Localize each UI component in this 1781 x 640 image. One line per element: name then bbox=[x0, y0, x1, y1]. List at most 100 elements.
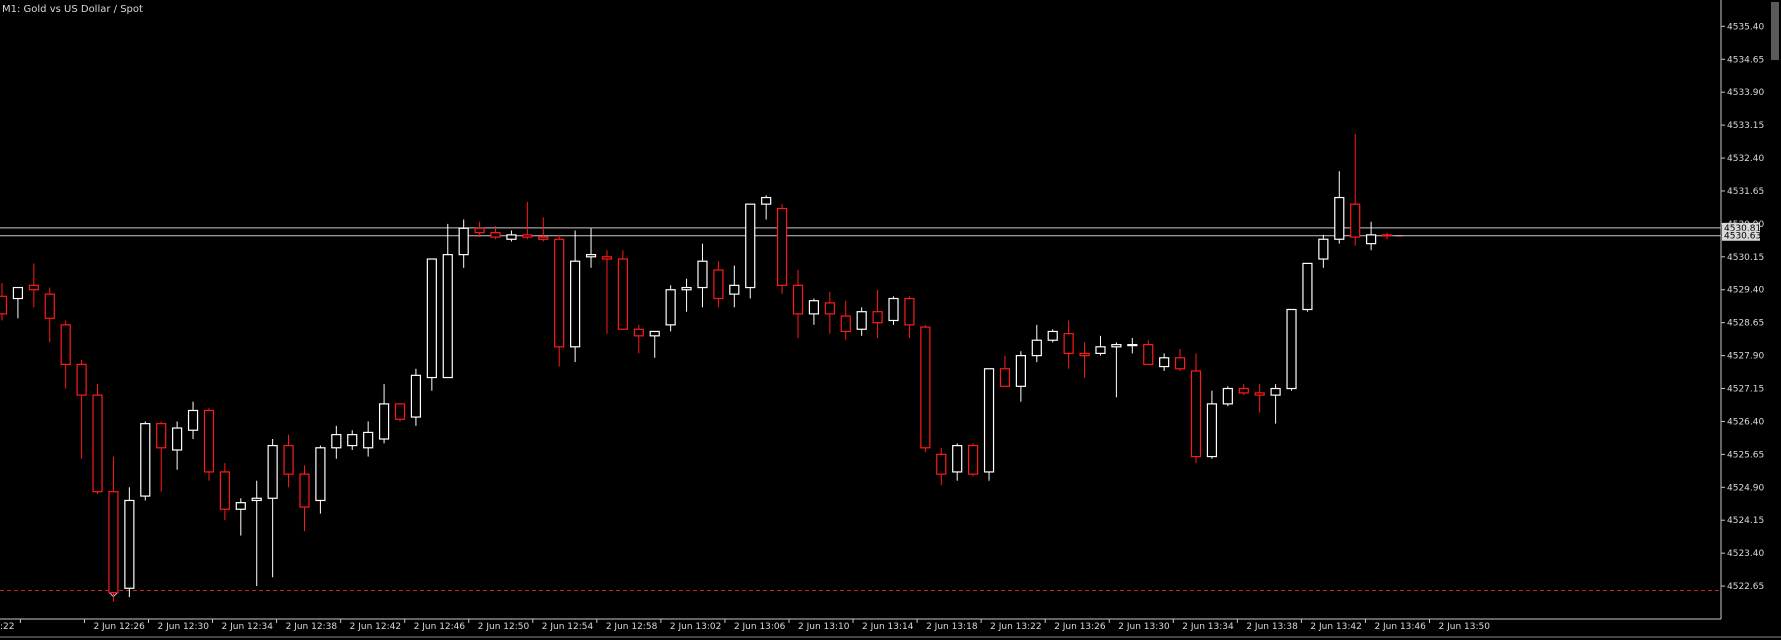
bear-candle-body bbox=[1254, 392, 1265, 396]
price-tick-label: 4533.15 bbox=[1727, 121, 1764, 131]
price-tick-label: 4526.40 bbox=[1727, 417, 1764, 427]
bear-candle-body bbox=[156, 423, 167, 449]
bull-candle-body bbox=[235, 502, 246, 510]
bear-candle-body bbox=[108, 491, 119, 594]
time-tick-label: 2 Jun 13:14 bbox=[862, 622, 914, 632]
bull-candle-body bbox=[745, 203, 756, 289]
bull-candle-body bbox=[697, 260, 708, 289]
time-tick-label: :22 bbox=[0, 622, 14, 632]
time-tick-label: 2 Jun 13:34 bbox=[1182, 622, 1234, 632]
bull-candle-body bbox=[378, 403, 390, 440]
time-tick-label: 2 Jun 13:18 bbox=[926, 622, 978, 632]
bear-candle-body bbox=[1350, 203, 1361, 238]
bull-candle-body bbox=[1222, 387, 1233, 405]
price-tick-label: 4524.15 bbox=[1727, 516, 1764, 526]
bull-candle-body bbox=[347, 434, 358, 447]
time-tick-label: 2 Jun 13:22 bbox=[990, 622, 1041, 632]
bear-candle-body bbox=[920, 326, 931, 449]
bull-candle-body bbox=[140, 423, 151, 497]
price-tick-label: 4535.40 bbox=[1727, 22, 1764, 32]
bear-candle-body bbox=[44, 293, 55, 319]
bull-candle-body bbox=[12, 286, 24, 300]
bull-candle-body bbox=[888, 297, 899, 322]
price-tags: 4530.814530.63 bbox=[1722, 222, 1761, 242]
bear-candle-body bbox=[1143, 344, 1154, 365]
bull-candle-body bbox=[649, 330, 660, 337]
time-tick-label: 2 Jun 12:58 bbox=[606, 622, 658, 632]
bull-candle-body bbox=[315, 447, 326, 502]
bull-candle-body bbox=[1302, 262, 1313, 311]
bull-candle-body bbox=[856, 311, 867, 330]
time-tick-label: 2 Jun 12:38 bbox=[286, 622, 338, 632]
bull-candle-body bbox=[1318, 238, 1329, 260]
bear-candle-body bbox=[601, 256, 613, 260]
price-tick-label: 4528.65 bbox=[1727, 319, 1764, 329]
time-tick-label: 2 Jun 13:38 bbox=[1246, 622, 1298, 632]
bull-candle-body bbox=[1111, 344, 1122, 348]
bear-candle-body bbox=[776, 207, 788, 286]
price-tick-label: 4524.90 bbox=[1727, 483, 1764, 493]
bear-candle-body bbox=[60, 324, 71, 365]
bear-candle-body bbox=[522, 234, 533, 238]
bull-candle-body bbox=[1366, 234, 1377, 245]
bull-candle-body bbox=[458, 227, 469, 256]
bear-candle-body bbox=[936, 453, 947, 475]
price-tick-label: 4525.65 bbox=[1727, 450, 1764, 460]
bull-candle-body bbox=[1047, 330, 1058, 341]
bear-candle-body bbox=[283, 444, 294, 475]
bull-candle-body bbox=[442, 254, 453, 379]
time-tick-label: 2 Jun 13:06 bbox=[734, 622, 786, 632]
bull-candle-body bbox=[1206, 403, 1218, 458]
bull-candle-body bbox=[426, 258, 437, 379]
price-tick-label: 4533.90 bbox=[1727, 88, 1764, 98]
price-tick-label: 4523.40 bbox=[1727, 549, 1764, 559]
bear-candle-body bbox=[713, 269, 724, 300]
time-tick-label: 2 Jun 12:34 bbox=[222, 622, 274, 632]
bull-candle-body bbox=[187, 409, 199, 431]
bull-candle-body bbox=[506, 234, 517, 240]
bear-candle-body bbox=[394, 403, 406, 420]
bull-candle-body bbox=[267, 444, 278, 499]
time-tick-label: 2 Jun 12:50 bbox=[478, 622, 530, 632]
bull-candle-body bbox=[410, 374, 422, 418]
time-tick-label: 2 Jun 13:30 bbox=[1118, 622, 1170, 632]
chart-title: M1: Gold vs US Dollar / Spot bbox=[2, 4, 143, 15]
bear-candle-body bbox=[92, 394, 103, 493]
time-tick-label: 2 Jun 13:26 bbox=[1054, 622, 1106, 632]
price-tick-label: 4529.40 bbox=[1727, 286, 1764, 296]
price-tag-label: 4530.63 bbox=[1724, 232, 1761, 242]
candlestick-chart: 4535.40 4534.65 4533.90 4533.15 4532.40 4531.… bbox=[0, 0, 1781, 640]
bear-candle-body bbox=[474, 227, 485, 234]
bear-candle-body bbox=[299, 473, 310, 508]
price-tick-label: 4531.65 bbox=[1727, 187, 1764, 197]
bear-candle-body bbox=[633, 328, 644, 337]
time-tick-label: 2 Jun 13:10 bbox=[798, 622, 850, 632]
bear-candle-body bbox=[76, 363, 87, 396]
bear-candle-body bbox=[490, 232, 501, 238]
bull-candle-body bbox=[172, 427, 183, 451]
bear-candle-body bbox=[554, 238, 565, 348]
time-tick-label: 2 Jun 12:46 bbox=[414, 622, 466, 632]
scrollbar-thumb[interactable] bbox=[1771, 2, 1779, 60]
bull-candle-body bbox=[681, 286, 692, 291]
bear-candle-body bbox=[219, 471, 230, 510]
price-tick-label: 4522.65 bbox=[1727, 582, 1764, 592]
bear-candle-body bbox=[617, 258, 628, 330]
bull-candle-body bbox=[585, 254, 597, 258]
bear-candle-body bbox=[1381, 234, 1393, 237]
bull-candle-body bbox=[331, 434, 342, 449]
bear-candle-body bbox=[1238, 387, 1249, 394]
price-tick-label: 4530.15 bbox=[1727, 253, 1764, 263]
bear-candle-body bbox=[872, 311, 883, 324]
bull-candle-body bbox=[983, 368, 995, 473]
bull-candle-body bbox=[363, 431, 374, 449]
time-tick-label: 2 Jun 13:42 bbox=[1310, 622, 1361, 632]
bear-candle-body bbox=[968, 444, 979, 475]
time-tick-label: 2 Jun 12:26 bbox=[93, 622, 145, 632]
time-tick-label: 2 Jun 13:46 bbox=[1374, 622, 1426, 632]
time-tick-label: 2 Jun 12:54 bbox=[542, 622, 594, 632]
bear-candle-body bbox=[1063, 333, 1074, 355]
bull-candle-body bbox=[570, 260, 581, 348]
bear-candle-body bbox=[840, 315, 851, 333]
bear-candle-body bbox=[999, 368, 1011, 387]
